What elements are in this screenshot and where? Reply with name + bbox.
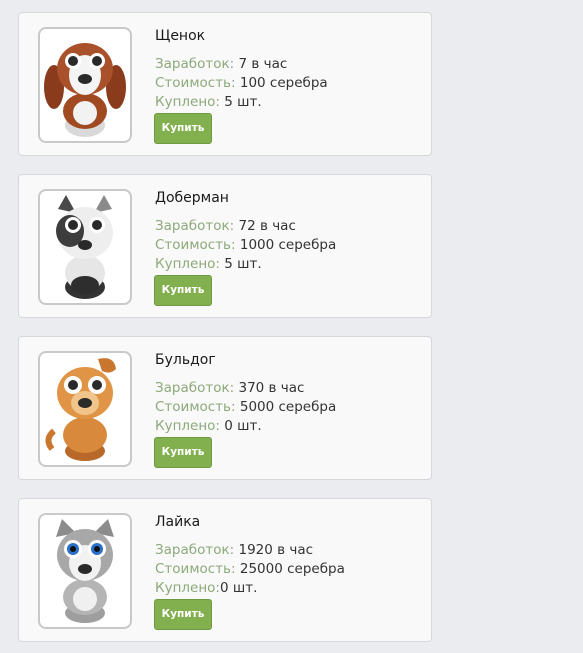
puppy-icon [44, 43, 126, 137]
cost-label: Стоимость: [155, 237, 236, 253]
dog-name: Лайка [155, 514, 201, 530]
cost-line: Стоимость: 25000 серебра [155, 561, 345, 577]
cost-line: Стоимость: 100 серебра [155, 75, 328, 91]
dog-picture-frame [38, 351, 132, 467]
cost-label: Стоимость: [155, 561, 236, 577]
cost-label: Стоимость: [155, 399, 236, 415]
earnings-label: Заработок: [155, 380, 235, 396]
bought-value: 5 шт. [219, 94, 262, 110]
dog-shop-list: Щенок Заработок: 7 в час Стоимость: 100 … [0, 0, 583, 653]
earnings-value: 1920 в час [234, 542, 314, 558]
buy-button[interactable]: Купить [154, 437, 212, 468]
dog-name: Щенок [155, 28, 206, 44]
earnings-line: Заработок: 72 в час [155, 218, 296, 234]
bought-line: Куплено:0 шт. [155, 580, 257, 596]
dog-name: Бульдог [155, 352, 216, 368]
bought-value: 0 шт. [219, 580, 258, 596]
dog-card-doberman: Доберман Заработок: 72 в час Стоимость: … [18, 174, 432, 318]
dog-picture-frame [38, 513, 132, 629]
earnings-value: 7 в час [234, 56, 288, 72]
dog-card-husky: Лайка Заработок: 1920 в час Стоимость: 2… [18, 498, 432, 642]
earnings-label: Заработок: [155, 542, 235, 558]
bought-label: Куплено: [155, 256, 220, 272]
dog-name: Доберман [155, 190, 229, 206]
dog-card-bulldog: Бульдог Заработок: 370 в час Стоимость: … [18, 336, 432, 480]
cost-value: 25000 серебра [235, 561, 345, 577]
earnings-value: 72 в час [234, 218, 296, 234]
bought-line: Куплено: 5 шт. [155, 94, 262, 110]
earnings-label: Заработок: [155, 56, 235, 72]
earnings-line: Заработок: 7 в час [155, 56, 287, 72]
buy-button[interactable]: Купить [154, 599, 212, 630]
cost-value: 5000 серебра [235, 399, 337, 415]
dog-picture-frame [38, 27, 132, 143]
buy-button[interactable]: Купить [154, 275, 212, 306]
bought-line: Куплено: 5 шт. [155, 256, 262, 272]
cost-value: 100 серебра [235, 75, 328, 91]
cost-label: Стоимость: [155, 75, 236, 91]
husky-icon [56, 519, 114, 623]
bought-label: Куплено: [155, 580, 220, 596]
earnings-line: Заработок: 1920 в час [155, 542, 313, 558]
earnings-value: 370 в час [234, 380, 305, 396]
bought-label: Куплено: [155, 418, 220, 434]
buy-button[interactable]: Купить [154, 113, 212, 144]
earnings-line: Заработок: 370 в час [155, 380, 304, 396]
bought-line: Куплено: 0 шт. [155, 418, 262, 434]
dog-picture-frame [38, 189, 132, 305]
bought-value: 0 шт. [219, 418, 262, 434]
cost-line: Стоимость: 1000 серебра [155, 237, 336, 253]
cost-value: 1000 серебра [235, 237, 337, 253]
cost-line: Стоимость: 5000 серебра [155, 399, 336, 415]
bought-value: 5 шт. [219, 256, 262, 272]
doberman-icon [56, 195, 113, 299]
dog-card-puppy: Щенок Заработок: 7 в час Стоимость: 100 … [18, 12, 432, 156]
bought-label: Куплено: [155, 94, 220, 110]
bulldog-icon [45, 358, 116, 461]
earnings-label: Заработок: [155, 218, 235, 234]
